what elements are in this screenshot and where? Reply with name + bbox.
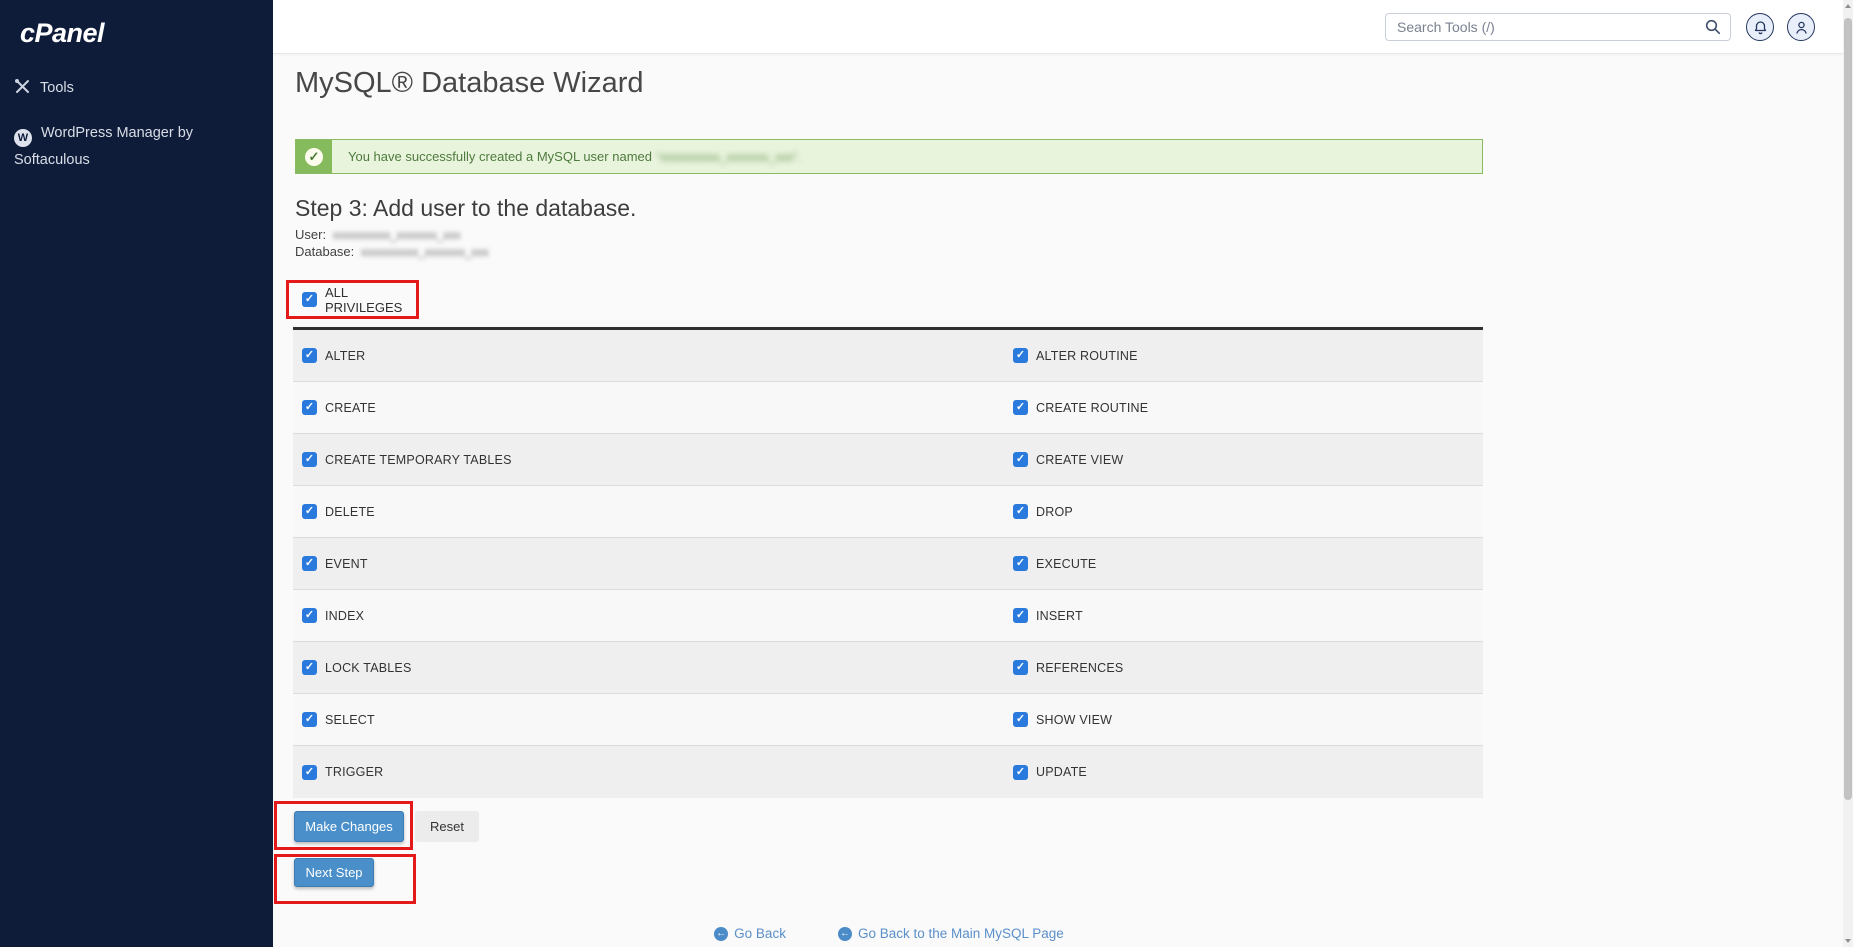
privilege-checkbox[interactable]: ✓ — [1013, 504, 1028, 519]
success-check-icon: ✓ — [305, 148, 323, 166]
privilege-checkbox[interactable]: ✓ — [1013, 400, 1028, 415]
search-box — [1385, 13, 1731, 41]
privilege-checkbox[interactable]: ✓ — [302, 556, 317, 571]
scrollbar-up-arrow[interactable] — [1845, 4, 1851, 8]
reset-button[interactable]: Reset — [415, 811, 479, 842]
privilege-checkbox[interactable]: ✓ — [1013, 556, 1028, 571]
table-row: ✓ LOCK TABLES ✓ REFERENCES — [293, 642, 1483, 694]
database-line: Database: xxxxxxxxxx_xxxxxxx_xxx — [295, 244, 1483, 261]
privilege-label: CREATE TEMPORARY TABLES — [325, 453, 512, 467]
sidebar-item-wordpress-manager[interactable]: WWordPress Manager by Softaculous — [0, 112, 273, 181]
privilege-label: CREATE — [325, 401, 376, 415]
topbar — [273, 0, 1853, 54]
page-title: MySQL® Database Wizard — [295, 66, 1483, 100]
go-back-label: Go Back — [734, 926, 786, 941]
privilege-checkbox[interactable]: ✓ — [302, 348, 317, 363]
privilege-label: INDEX — [325, 609, 364, 623]
table-row: ✓ DELETE ✓ DROP — [293, 486, 1483, 538]
action-buttons-row: Make Changes Reset — [295, 801, 1483, 850]
tools-icon — [14, 78, 31, 104]
wordpress-icon: W — [14, 129, 32, 147]
main-content: MySQL® Database Wizard ✓ You have succes… — [273, 54, 1853, 947]
user-label: User: — [295, 227, 326, 242]
table-row: ✓ EVENT ✓ EXECUTE — [293, 538, 1483, 590]
redacted-database-value-blur: xxxxxxxxxx_xxxxxxx_xxx — [361, 247, 489, 259]
privilege-checkbox[interactable]: ✓ — [302, 608, 317, 623]
privilege-label: SHOW VIEW — [1036, 713, 1112, 727]
cpanel-logo[interactable]: cPanel — [20, 18, 273, 49]
next-step-button[interactable]: Next Step — [294, 858, 374, 887]
sidebar-item-tools[interactable]: Tools — [0, 67, 273, 112]
go-back-main-mysql-label: Go Back to the Main MySQL Page — [858, 926, 1064, 941]
privilege-checkbox[interactable]: ✓ — [302, 765, 317, 780]
footer-links: ← Go Back ← Go Back to the Main MySQL Pa… — [295, 926, 1483, 941]
privilege-checkbox[interactable]: ✓ — [1013, 608, 1028, 623]
privilege-label: ALTER — [325, 349, 365, 363]
table-row: ✓ TRIGGER ✓ UPDATE — [293, 746, 1483, 798]
privilege-label: CREATE ROUTINE — [1036, 401, 1148, 415]
privilege-checkbox[interactable]: ✓ — [302, 504, 317, 519]
redacted-user-value-blur: xxxxxxxxxx_xxxxxxx_xxx — [333, 230, 461, 242]
notifications-button[interactable] — [1746, 13, 1774, 41]
success-message: You have successfully created a MySQL us… — [348, 149, 652, 164]
go-back-main-mysql-link[interactable]: ← Go Back to the Main MySQL Page — [838, 926, 1064, 941]
privilege-label: SELECT — [325, 713, 375, 727]
privilege-label: UPDATE — [1036, 765, 1087, 779]
redacted-username-blur: “xxxxxxxxxx_xxxxxxx_xxx”. — [656, 150, 801, 164]
privilege-label: EXECUTE — [1036, 557, 1096, 571]
back-arrow-icon: ← — [714, 927, 728, 941]
user-line: User: xxxxxxxxxx_xxxxxxx_xxx — [295, 227, 1483, 244]
table-row: ✓ INDEX ✓ INSERT — [293, 590, 1483, 642]
privilege-checkbox[interactable]: ✓ — [1013, 765, 1028, 780]
privileges-table: ✓ ALTER ✓ ALTER ROUTINE ✓ CREATE ✓ CREAT… — [293, 327, 1483, 798]
all-privileges-checkbox[interactable]: ✓ — [302, 292, 317, 307]
sidebar: cPanel Tools WWordPress Manager by Softa… — [0, 0, 273, 947]
scrollbar-down-arrow[interactable] — [1845, 939, 1851, 943]
database-label: Database: — [295, 244, 354, 259]
account-button[interactable] — [1787, 13, 1815, 41]
user-icon — [1794, 20, 1809, 35]
success-banner-stripe: ✓ — [296, 140, 332, 173]
privilege-checkbox[interactable]: ✓ — [302, 712, 317, 727]
go-back-link[interactable]: ← Go Back — [714, 926, 786, 941]
privilege-checkbox[interactable]: ✓ — [302, 660, 317, 675]
privilege-label: DROP — [1036, 505, 1073, 519]
privilege-label: CREATE VIEW — [1036, 453, 1123, 467]
privilege-label: DELETE — [325, 505, 375, 519]
table-row: ✓ SELECT ✓ SHOW VIEW — [293, 694, 1483, 746]
vertical-scrollbar[interactable] — [1843, 0, 1853, 947]
privilege-checkbox[interactable]: ✓ — [1013, 452, 1028, 467]
back-arrow-icon: ← — [838, 927, 852, 941]
privilege-label: LOCK TABLES — [325, 661, 412, 675]
make-changes-button[interactable]: Make Changes — [294, 811, 404, 842]
privilege-label: ALTER ROUTINE — [1036, 349, 1138, 363]
search-input[interactable] — [1395, 18, 1705, 36]
success-banner: ✓ You have successfully created a MySQL … — [295, 139, 1483, 174]
sidebar-item-label: Tools — [40, 80, 74, 96]
privilege-checkbox[interactable]: ✓ — [1013, 712, 1028, 727]
privilege-checkbox[interactable]: ✓ — [1013, 660, 1028, 675]
all-privileges-highlight-box: ✓ ALL PRIVILEGES — [286, 280, 419, 319]
table-row: ✓ CREATE ✓ CREATE ROUTINE — [293, 382, 1483, 434]
privilege-label: TRIGGER — [325, 765, 383, 779]
next-step-row: Next Step — [295, 854, 1483, 904]
privilege-label: REFERENCES — [1036, 661, 1123, 675]
privilege-label: INSERT — [1036, 609, 1083, 623]
step-heading: Step 3: Add user to the database. — [295, 195, 1483, 221]
sidebar-nav: Tools WWordPress Manager by Softaculous — [0, 67, 273, 181]
all-privileges-label: ALL PRIVILEGES — [325, 285, 416, 315]
privilege-label: EVENT — [325, 557, 368, 571]
search-icon[interactable] — [1705, 19, 1721, 35]
table-row: ✓ ALTER ✓ ALTER ROUTINE — [293, 330, 1483, 382]
sidebar-item-label: WordPress Manager by Softaculous — [14, 125, 193, 168]
privilege-checkbox[interactable]: ✓ — [302, 452, 317, 467]
scrollbar-thumb[interactable] — [1844, 18, 1852, 800]
bell-icon — [1753, 20, 1768, 35]
privilege-checkbox[interactable]: ✓ — [1013, 348, 1028, 363]
table-row: ✓ CREATE TEMPORARY TABLES ✓ CREATE VIEW — [293, 434, 1483, 486]
privilege-checkbox[interactable]: ✓ — [302, 400, 317, 415]
